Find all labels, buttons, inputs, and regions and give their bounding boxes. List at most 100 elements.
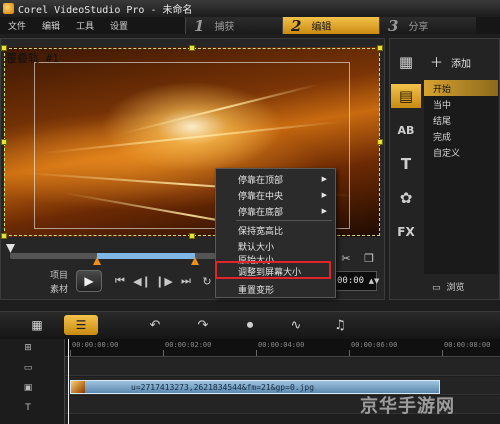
video-track[interactable] [65,358,500,376]
clip-thumbnail [71,381,85,393]
category-item-middle[interactable]: 当中 [424,96,498,112]
ruler-tick [256,350,257,356]
app-icon [3,3,14,14]
step-back-icon: ◀❙ [133,274,151,288]
resize-handle[interactable] [1,233,7,239]
film-icon: ▦ [398,53,414,71]
graphic-icon: ✿ [399,189,413,207]
category-item-end[interactable]: 结尾 [424,112,498,128]
skip-start-icon: ⏮ [115,274,125,287]
copy-icon: ❐ [364,251,374,265]
category-list: 开始 当中 结尾 完成 自定义 [424,80,498,274]
storyboard-icon: ▦ [31,318,43,332]
browse-button[interactable]: ▭ 浏览 [432,280,465,293]
category-label: 当中 [433,100,452,111]
next-frame-button[interactable]: ❙▶ [155,273,173,289]
step-label: 分享 [408,22,429,33]
category-label: 结尾 [433,116,452,127]
title-library-button[interactable]: ▤ [391,84,421,108]
timeline-view-button[interactable]: ☰ [64,315,98,335]
ruler-tick [349,350,350,356]
go-to-start-button[interactable]: ⏮ [112,273,128,289]
media-library-button[interactable]: ▦ [391,50,421,74]
enlarge-preview-button[interactable]: ❐ [361,250,377,266]
repeat-button[interactable]: ↻ [199,273,215,289]
resize-handle[interactable] [377,45,383,51]
highlight-annotation-box [215,261,331,279]
undo-button[interactable]: ↶ [145,316,165,334]
category-label: 自定义 [433,148,461,159]
menu-bar: 文件 编辑 工具 设置 1 捕获 2 编辑 3 分享 [0,16,500,35]
resize-handle[interactable] [189,233,195,239]
menu-settings[interactable]: 设置 [102,19,136,32]
text-t-icon: T [400,155,412,173]
split-clip-button[interactable]: ✂ [338,250,354,266]
filter-library-button[interactable]: FX [391,220,421,244]
menu-item-label: 停靠在顶部 [238,175,284,186]
project-mode-label[interactable]: 项目 [50,268,68,281]
ab-icon: AB [397,123,415,137]
scissors-icon: ✂ [341,251,351,265]
plus-icon: ＋ [430,56,444,71]
tab-capture[interactable]: 1 捕获 [185,16,282,35]
redo-button[interactable]: ↷ [193,316,213,334]
menu-edit[interactable]: 编辑 [34,19,68,32]
category-item-finish[interactable]: 完成 [424,128,498,144]
tab-share[interactable]: 3 分享 [379,16,476,35]
overlay-track-label: 覆叠轨 #1 [6,52,59,65]
menu-tools[interactable]: 工具 [68,19,102,32]
category-item-custom[interactable]: 自定义 [424,144,498,160]
text-library-button[interactable]: AB [391,118,421,142]
record-capture-button[interactable]: ⏺ [240,316,260,334]
step-number: 3 [388,16,399,35]
ruler-tick [442,350,443,356]
video-track-header[interactable]: ▭ [20,362,36,374]
previous-frame-button[interactable]: ◀❙ [133,273,151,289]
record-icon: ⏺ [246,317,254,333]
menu-item-reset-distortion[interactable]: 重置变形 [216,281,335,297]
title-track-header[interactable]: T [20,402,36,414]
play-button[interactable]: ▶ [76,270,102,292]
go-to-end-button[interactable]: ⏭ [178,273,194,289]
menu-item-keep-aspect-ratio[interactable]: 保持宽高比 [216,222,335,238]
step-number: 1 [194,16,205,35]
clip-mode-label[interactable]: 素材 [50,282,68,295]
tracks-icon: ⊞ [24,343,32,353]
ruler-tick [70,350,71,356]
menu-item-dock-top[interactable]: 停靠在顶部 ▶ [216,171,335,187]
menu-item-dock-bottom[interactable]: 停靠在底部 ▶ [216,203,335,219]
title-track-icon: T [25,403,31,413]
browse-label: 浏览 [446,283,465,293]
playhead[interactable] [68,339,69,424]
ruler-label: 00:00:04:00 [258,341,305,349]
step-number: 2 [291,16,302,35]
resize-handle[interactable] [1,139,7,145]
overlay-track-icon: ▣ [23,383,33,393]
auto-music-button[interactable]: ♫ [330,316,350,334]
overlay-track-header[interactable]: ▣ [20,382,36,394]
repeat-icon: ↻ [202,274,212,288]
resize-handle[interactable] [189,45,195,51]
menu-separator [236,220,332,221]
add-button[interactable]: ＋ 添加 [430,52,471,71]
resize-handle[interactable] [377,139,383,145]
title-bar: Corel VideoStudio Pro - 未命名 [0,0,500,17]
tab-edit[interactable]: 2 编辑 [282,16,379,35]
play-icon: ▶ [84,274,94,288]
graphic-library-button[interactable]: ✿ [391,186,421,210]
trim-selection [97,253,195,259]
title-text-button[interactable]: T [391,152,421,176]
step-label: 捕获 [214,22,235,33]
redo-icon: ↷ [197,317,209,333]
ruler-label: 00:00:06:00 [351,341,398,349]
storyboard-view-button[interactable]: ▦ [20,315,54,335]
category-item-start[interactable]: 开始 [424,80,498,96]
video-track-icon: ▭ [23,363,33,373]
menu-file[interactable]: 文件 [0,19,34,32]
sound-mixer-button[interactable]: ∿ [286,316,306,334]
title-icon: ▤ [398,87,414,105]
ruler-tick [163,350,164,356]
timecode-stepper[interactable]: ▲▼ [366,273,382,289]
show-all-tracks-button[interactable]: ⊞ [20,342,36,354]
menu-item-dock-center[interactable]: 停靠在中央 ▶ [216,187,335,203]
